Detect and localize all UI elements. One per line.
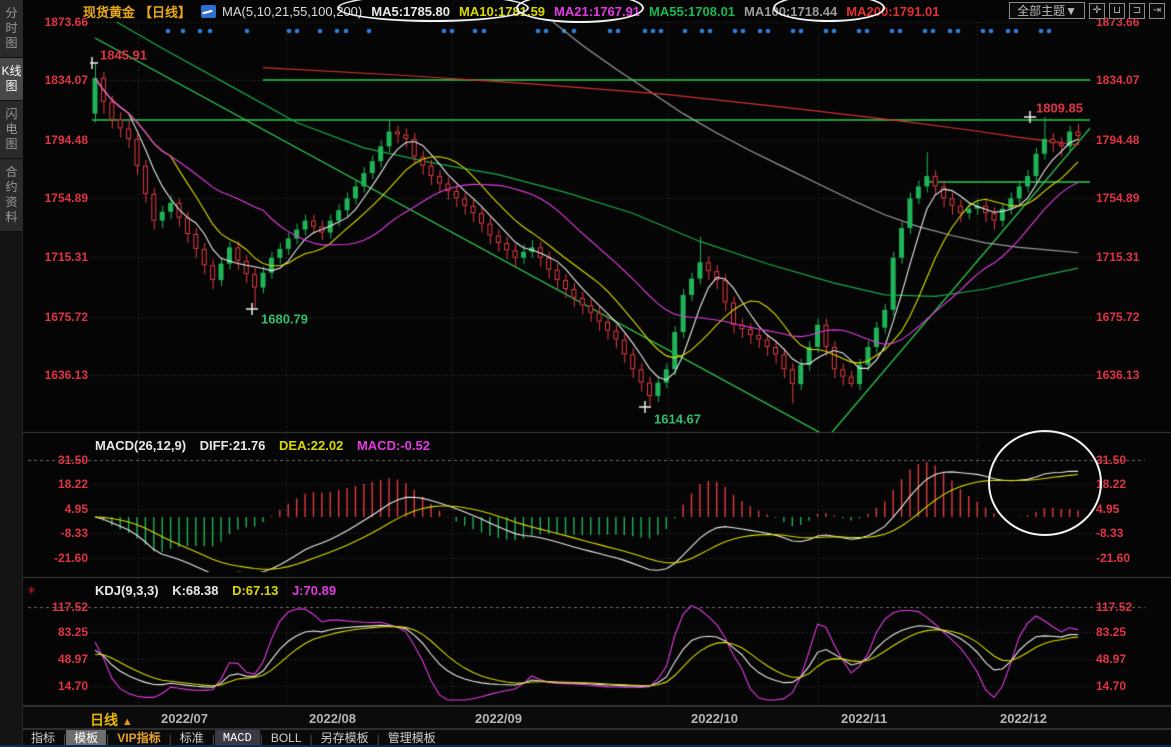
y-axis-label: 1715.31 <box>1096 250 1139 264</box>
y-axis-label: -21.60 <box>1096 551 1130 565</box>
period-label: 日线 <box>90 712 118 728</box>
y-axis-label: -8.33 <box>26 526 88 540</box>
macd-dea-value: DEA:22.02 <box>279 438 343 453</box>
trading-app-window: 分时图 K线图 闪电图 合约资料 现货黄金 【日线】 MA(5,10,21,55… <box>0 0 1171 747</box>
month-label: 2022/07 <box>161 711 208 726</box>
kline-mini-icon <box>201 5 216 18</box>
y-axis-label: 1834.07 <box>1096 73 1139 87</box>
kdj-k-value: K:68.38 <box>172 583 218 598</box>
price-annotation: 1680.79 <box>261 312 308 327</box>
y-axis-label: 14.70 <box>26 679 88 693</box>
y-axis-label: 1675.72 <box>26 310 88 324</box>
y-axis-label: 1675.72 <box>1096 310 1139 324</box>
sidebar-item-lightning[interactable]: 闪电图 <box>0 101 23 159</box>
y-axis-label: 1636.13 <box>26 368 88 382</box>
macd-panel-header: MACD(26,12,9) DIFF:21.76 DEA:22.02 MACD:… <box>95 438 440 453</box>
ma10-value: MA10:1781.59 <box>459 4 545 19</box>
y-axis-label: 18.22 <box>26 477 88 491</box>
y-axis-label: 18.22 <box>1096 477 1126 491</box>
kdj-j-value: J:70.89 <box>292 583 336 598</box>
popout-icon[interactable]: ⇥ <box>1149 3 1165 19</box>
axis-left-icon[interactable]: ⊔ <box>1109 3 1125 19</box>
kdj-title[interactable]: KDJ(9,3,3) <box>95 583 159 598</box>
theme-dropdown-button[interactable]: 全部主题▼ <box>1009 2 1085 19</box>
macd-hist-value: MACD:-0.52 <box>357 438 430 453</box>
y-axis-label: 14.70 <box>1096 679 1126 693</box>
ma5-value: MA5:1785.80 <box>371 4 450 19</box>
kdj-d-value: D:67.13 <box>232 583 278 598</box>
header-toolbar: 全部主题▼ ✛ ⊔ ⊐ ⇥ <box>1009 2 1165 19</box>
y-axis-label: 48.97 <box>1096 652 1126 666</box>
y-axis-label: 1794.48 <box>1096 133 1139 147</box>
axis-right-icon[interactable]: ⊐ <box>1129 3 1145 19</box>
month-label: 2022/11 <box>841 711 887 726</box>
sidebar: 分时图 K线图 闪电图 合约资料 <box>0 0 23 747</box>
month-label: 2022/10 <box>691 711 738 726</box>
period-tag: 【日线】 <box>139 2 191 21</box>
pan-icon[interactable]: ✛ <box>1089 3 1105 19</box>
ma200-value: MA200:1791.01 <box>846 4 939 19</box>
y-axis-label: 4.95 <box>26 502 88 516</box>
y-axis-label: 83.25 <box>26 625 88 639</box>
y-axis-label: 1794.48 <box>26 133 88 147</box>
kdj-settings-icon[interactable]: ✳ <box>27 584 36 597</box>
y-axis-label: 1754.89 <box>26 191 88 205</box>
y-axis-label: 4.95 <box>1096 502 1119 516</box>
sidebar-item-contract-info[interactable]: 合约资料 <box>0 159 23 232</box>
y-axis-label: 83.25 <box>1096 625 1126 639</box>
price-annotation: 1614.67 <box>654 412 701 427</box>
y-axis-label: -21.60 <box>26 551 88 565</box>
y-axis-label: 31.50 <box>1096 453 1126 467</box>
triangle-up-icon: ▲ <box>122 716 133 728</box>
y-axis-label: 31.50 <box>26 453 88 467</box>
y-axis-label: 1715.31 <box>26 250 88 264</box>
macd-title[interactable]: MACD(26,12,9) <box>95 438 186 453</box>
price-annotation: 1845.91 <box>100 48 147 63</box>
y-axis-label: 1834.07 <box>26 73 88 87</box>
y-axis-label: 1754.89 <box>1096 191 1139 205</box>
sidebar-item-timeshare[interactable]: 分时图 <box>0 0 23 58</box>
ma21-value: MA21:1767.91 <box>554 4 640 19</box>
time-axis-row: 日线 ▲ 2022/07 2022/08 2022/09 2022/10 2022/11… <box>23 706 1171 729</box>
y-axis-label: 48.97 <box>26 652 88 666</box>
y-axis-label: 117.52 <box>26 600 88 614</box>
month-label: 2022/09 <box>475 711 522 726</box>
chart-canvas[interactable] <box>0 0 1171 747</box>
ma55-value: MA55:1708.01 <box>649 4 735 19</box>
sidebar-item-kline[interactable]: K线图 <box>0 58 23 101</box>
month-label: 2022/08 <box>309 711 356 726</box>
symbol-name[interactable]: 现货黄金 <box>83 2 135 21</box>
ma-settings-label[interactable]: MA(5,10,21,55,100,200) <box>222 4 362 19</box>
chart-header: 现货黄金 【日线】 MA(5,10,21,55,100,200) MA5:178… <box>23 0 1171 22</box>
price-annotation: 1809.85 <box>1036 101 1083 116</box>
macd-diff-value: DIFF:21.76 <box>200 438 266 453</box>
month-label: 2022/12 <box>1000 711 1047 726</box>
kdj-panel-header: KDJ(9,3,3) K:68.38 D:67.13 J:70.89 <box>95 583 346 598</box>
y-axis-label: 117.52 <box>1096 600 1132 614</box>
ma100-value: MA100:1718.44 <box>744 4 837 19</box>
y-axis-label: 1636.13 <box>1096 368 1139 382</box>
period-selector[interactable]: 日线 ▲ <box>90 710 133 730</box>
y-axis-label: -8.33 <box>1096 526 1123 540</box>
